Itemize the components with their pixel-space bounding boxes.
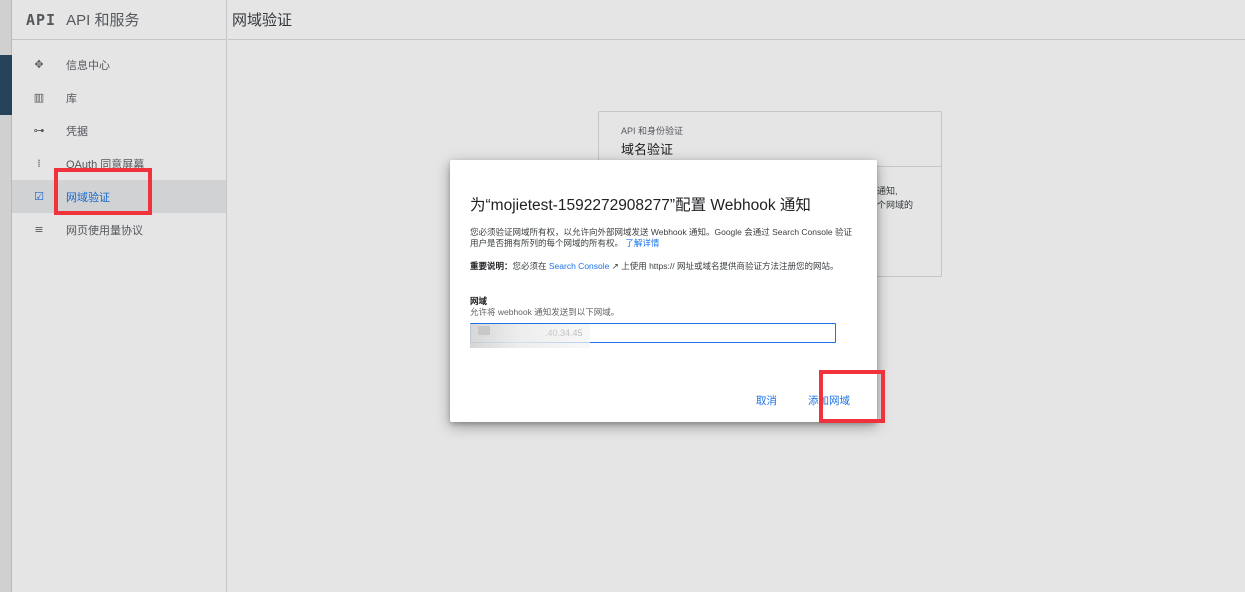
domain-field-help: 允许将 webhook 通知发送到以下网域。 (470, 307, 620, 317)
note-text-post: ↗ 上使用 https:// 网址或域名提供商验证方法注册您的网站。 (609, 261, 839, 271)
search-console-link[interactable]: Search Console (549, 261, 609, 271)
annotation-highlight-add-button (819, 370, 885, 423)
dialog-description: 您必须验证网域所有权，以允许向外部网域发送 Webhook 通知。Google … (470, 227, 860, 249)
annotation-highlight-sidebar (54, 168, 152, 215)
note-label: 重要说明： (470, 261, 513, 271)
dialog-important-note: 重要说明：您必须在 Search Console ↗ 上使用 https:// … (470, 261, 860, 272)
note-text-pre: 您必须在 (512, 261, 549, 271)
webhook-config-dialog: 为“mojietest-1592272908277”配置 Webhook 通知 … (450, 160, 877, 422)
dialog-title: 为“mojietest-1592272908277”配置 Webhook 通知 (470, 197, 811, 214)
learn-more-link[interactable]: 了解详情 (625, 238, 659, 248)
redaction-blur (470, 324, 590, 348)
redaction-block (478, 326, 490, 335)
dialog-description-text: 您必须验证网域所有权，以允许向外部网域发送 Webhook 通知。Google … (470, 227, 852, 248)
cancel-button[interactable]: 取消 (756, 393, 777, 408)
